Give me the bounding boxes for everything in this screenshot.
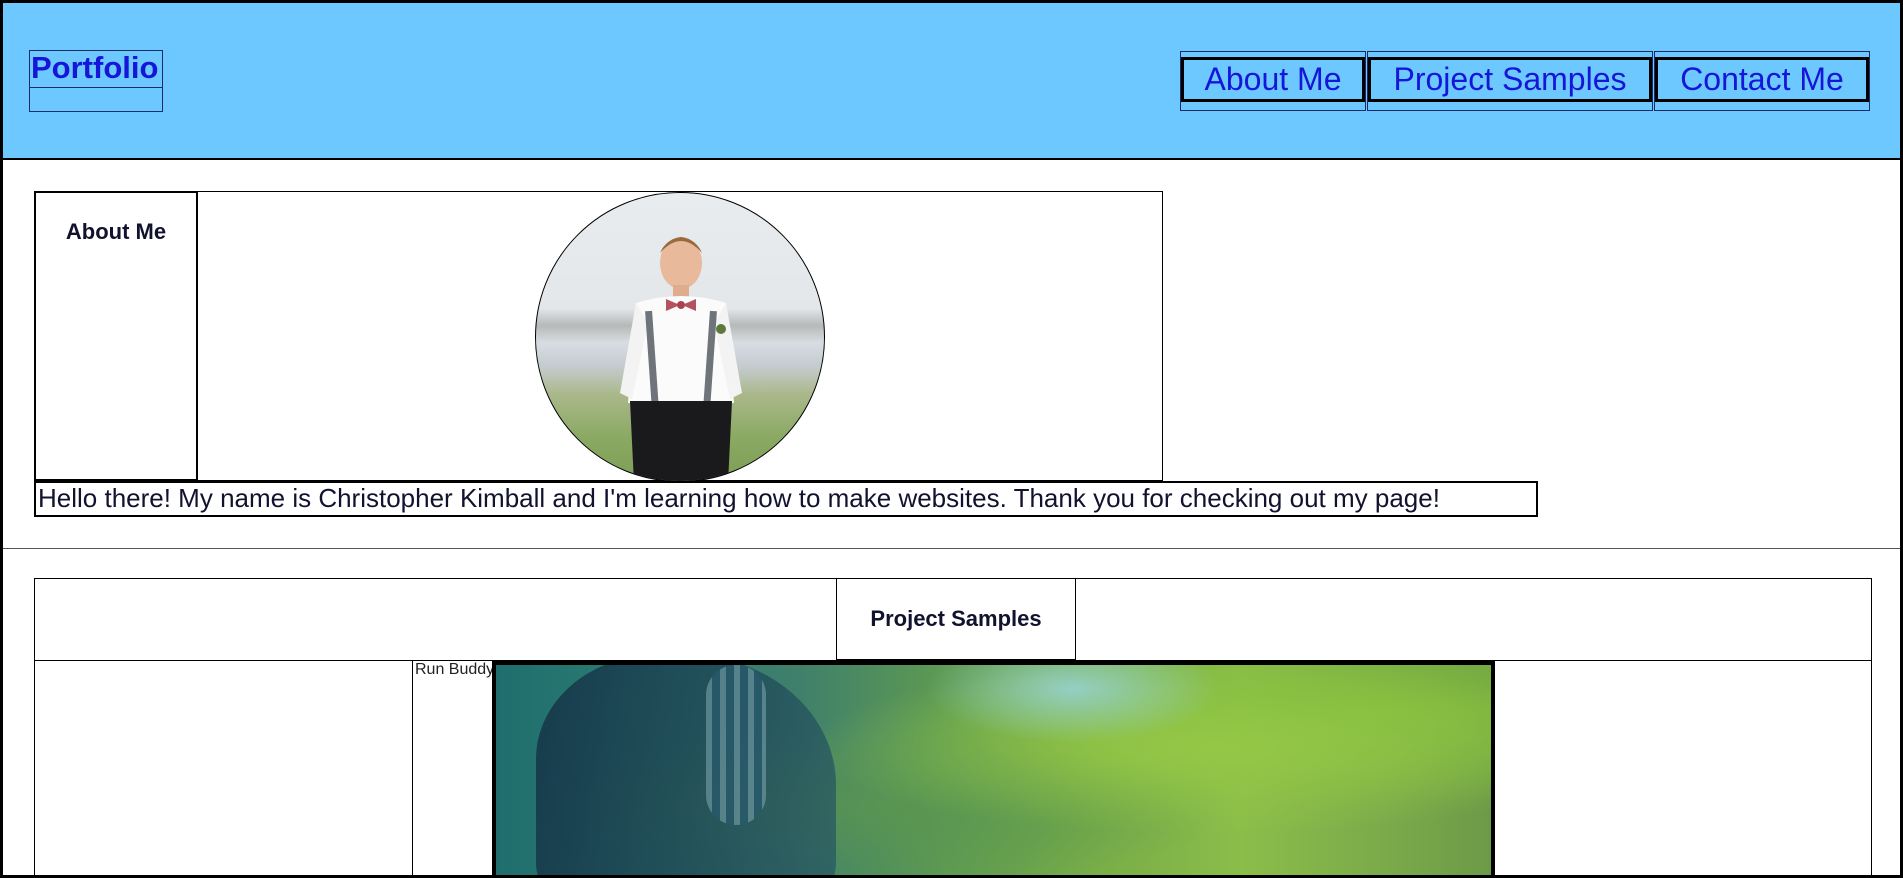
- about-heading: About Me: [65, 219, 167, 244]
- projects-section: Project Samples Run Buddy: [34, 578, 1872, 875]
- about-section: About Me Hello there! My name is Christo…: [3, 160, 1900, 549]
- project-label-column: Run Buddy: [412, 661, 495, 875]
- main-nav: About Me Project Samples Contact Me: [1180, 51, 1871, 113]
- about-heading-box: About Me: [34, 191, 198, 481]
- projects-heading: Project Samples: [870, 606, 1042, 631]
- logo-link[interactable]: Portfolio: [30, 51, 162, 88]
- project-label: Run Buddy: [415, 661, 495, 678]
- about-text: Hello there! My name is Christopher Kimb…: [34, 481, 1538, 517]
- logo-container: Portfolio: [29, 50, 163, 112]
- nav-item-about-me: About Me: [1180, 51, 1366, 111]
- nav-item-project-samples: Project Samples: [1367, 51, 1653, 111]
- project-image-runner-arm: [706, 665, 766, 825]
- nav-item-contact-me: Contact Me: [1654, 51, 1870, 111]
- nav-link-about-me[interactable]: About Me: [1181, 57, 1365, 102]
- portrait-container: [198, 191, 1163, 482]
- project-image-run-buddy[interactable]: [492, 661, 1495, 875]
- project-card-run-buddy[interactable]: Run Buddy: [412, 661, 1497, 875]
- project-image-runner: [536, 665, 836, 875]
- nav-link-contact-me[interactable]: Contact Me: [1655, 57, 1869, 102]
- profile-photo-figure: [620, 237, 742, 481]
- profile-photo: [535, 192, 825, 482]
- projects-heading-box: Project Samples: [836, 578, 1076, 660]
- page: Portfolio About Me Project Samples Conta…: [0, 0, 1903, 878]
- site-header: Portfolio About Me Project Samples Conta…: [3, 3, 1900, 160]
- nav-link-project-samples[interactable]: Project Samples: [1368, 57, 1652, 102]
